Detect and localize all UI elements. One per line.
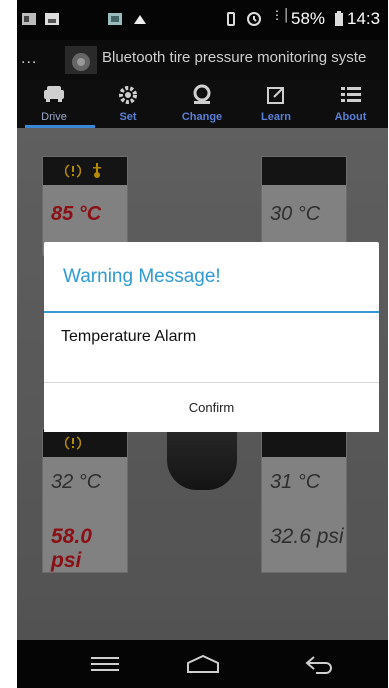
list-icon — [340, 87, 361, 102]
clock: 14:3 — [347, 9, 381, 28]
dialog-message: Temperature Alarm — [61, 328, 197, 345]
confirm-button[interactable]: Confirm — [44, 383, 379, 432]
tab-label: Learn — [261, 111, 291, 123]
tab-label: Change — [181, 111, 223, 123]
tab-label: Drive — [41, 111, 67, 123]
edit-icon — [267, 87, 284, 104]
cloud-icon — [134, 15, 146, 24]
tab-learn[interactable]: Learn — [239, 80, 313, 128]
menu-button[interactable] — [65, 640, 145, 688]
gallery-icon — [108, 13, 122, 25]
image-icon — [45, 13, 59, 25]
phone-screen: ⋮│ 58% 14:3 ... Bluetooth tire pressure … — [17, 0, 388, 688]
tab-label: Set — [119, 111, 137, 123]
gear-icon — [119, 86, 137, 104]
overflow-menu-button[interactable]: ... — [21, 50, 37, 68]
signal-icon: ⋮│ — [271, 8, 291, 22]
back-icon — [305, 656, 332, 674]
menu-icon — [91, 657, 119, 671]
tab-label: About — [334, 111, 367, 123]
back-button[interactable] — [279, 640, 359, 688]
tab-change[interactable]: Change — [165, 80, 239, 128]
home-button[interactable] — [163, 640, 243, 688]
tire-change-icon — [193, 84, 211, 104]
alarm-icon — [247, 12, 261, 26]
battery-icon — [335, 11, 343, 26]
tab-set[interactable]: Set — [91, 80, 165, 128]
app-logo-icon — [65, 46, 97, 74]
status-bar: ⋮│ 58% 14:3 — [17, 0, 388, 40]
dialog-divider — [44, 311, 379, 313]
vibrate-icon — [227, 12, 235, 26]
battery-percent: 58% — [291, 9, 326, 28]
screenshot-icon — [22, 13, 36, 25]
car-icon — [44, 86, 64, 102]
tab-drive[interactable]: Drive — [17, 80, 91, 128]
warning-dialog: Warning Message! Temperature Alarm Confi… — [44, 242, 379, 432]
home-icon — [187, 655, 219, 673]
tab-about[interactable]: About — [313, 80, 388, 128]
app-title: Bluetooth tire pressure monitoring syste — [102, 49, 367, 66]
dialog-title: Warning Message! — [63, 266, 221, 287]
